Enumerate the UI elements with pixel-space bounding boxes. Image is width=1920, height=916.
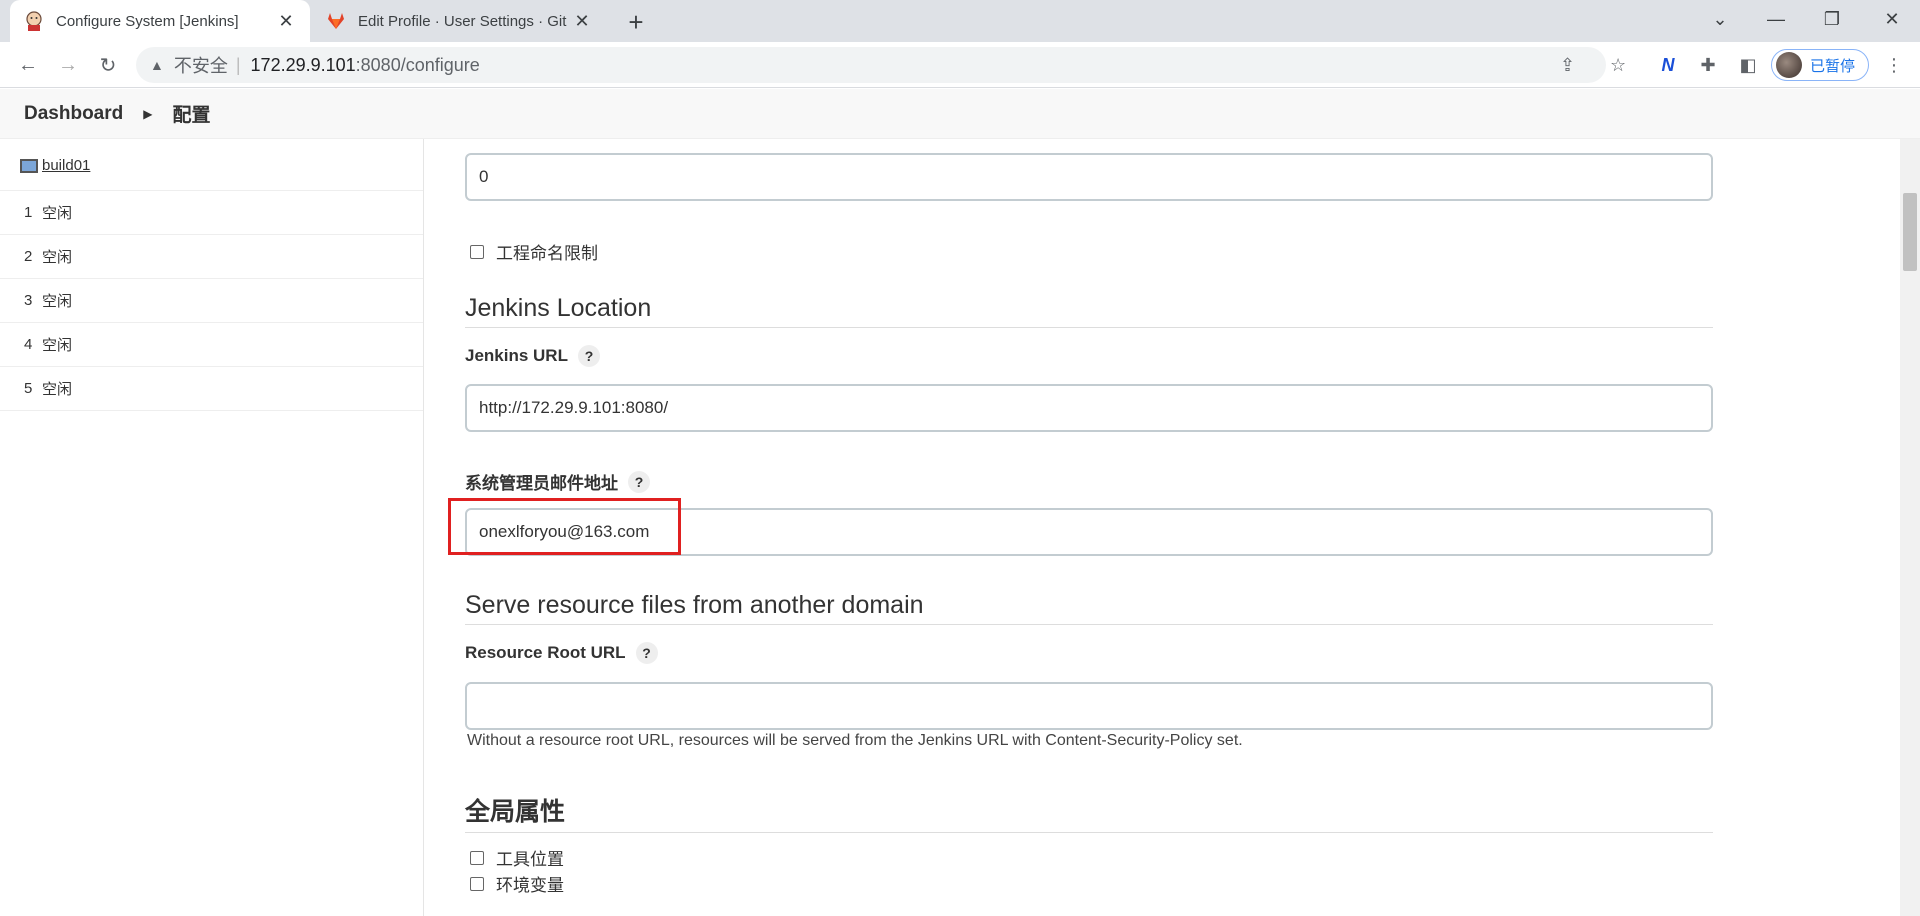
help-icon[interactable]: ? [628,470,650,493]
minimize-button[interactable]: — [1748,0,1804,38]
jenkins-url-label: Jenkins URL ? [465,345,600,367]
env-vars-label: 环境变量 [496,876,564,895]
admin-email-label: 系统管理员邮件地址 ? [465,469,650,494]
node-link[interactable]: build01 [42,157,90,174]
project-naming-option: 工程命名限制 [470,239,598,264]
forward-arrow-icon[interactable]: → [52,49,84,81]
browser-tab-strip: Configure System [Jenkins] ✕ Edit Profil… [0,0,1920,42]
tab-search-icon[interactable]: ⌄ [1692,0,1748,38]
share-icon[interactable]: ⇪ [1560,47,1575,83]
project-naming-checkbox[interactable] [470,244,484,259]
gitlab-icon [326,11,346,31]
help-icon[interactable]: ? [635,642,658,664]
resource-root-label: Resource Root URL ? [465,642,658,664]
url-path: :8080/configure [355,54,480,75]
tab-configure-system[interactable]: Configure System [Jenkins] ✕ [10,0,310,42]
avatar [1776,52,1802,78]
profile-button[interactable]: 已暂停 [1771,49,1869,81]
tool-location-option: 工具位置 [470,845,564,870]
breadcrumb: Dashboard ▶ 配置 [0,89,1920,139]
url-host: 172.29.9.101 [250,54,356,75]
breadcrumb-current[interactable]: 配置 [172,100,210,127]
highlight-annotation [448,498,681,555]
breadcrumb-dashboard[interactable]: Dashboard [24,103,123,125]
tab-edit-profile[interactable]: Edit Profile · User Settings · Git ✕ [310,0,606,42]
profile-label: 已暂停 [1810,57,1856,75]
insecure-label: 不安全 [173,56,228,76]
executor-status: 空闲 [42,249,73,266]
close-tab-icon[interactable]: ✕ [570,9,594,33]
reload-icon[interactable]: ↻ [92,49,124,81]
env-vars-option: 环境变量 [470,871,564,896]
side-panel-icon[interactable]: ◧ [1732,49,1764,81]
executor-row: 5 空闲 [0,367,423,411]
executor-row: 4 空闲 [0,323,423,367]
tool-location-checkbox[interactable] [470,850,484,865]
executor-status: 空闲 [42,337,73,354]
scrollbar-thumb[interactable] [1903,193,1917,271]
extensions-puzzle-icon[interactable]: ✚ [1692,49,1724,81]
executor-status: 空闲 [42,205,73,222]
env-vars-checkbox[interactable] [470,876,484,891]
executor-row: 3 空闲 [0,279,423,323]
back-arrow-icon[interactable]: ← [12,49,44,81]
tab-title: Configure System [Jenkins] [56,12,239,30]
global-properties-heading: 全局属性 [465,792,1713,833]
project-naming-label: 工程命名限制 [496,244,598,263]
executor-status: 空闲 [42,293,73,310]
quiet-period-input[interactable]: 0 [465,153,1713,201]
chevron-right-icon[interactable]: ▶ [143,107,152,121]
resource-root-hint: Without a resource root URL, resources w… [467,732,1243,749]
bookmark-star-icon[interactable]: ☆ [1610,47,1626,83]
separator: | [235,54,241,75]
close-window-button[interactable]: ✕ [1864,0,1920,38]
executors-panel: build01 1 空闲 2 空闲 3 空闲 4 空闲 5 空闲 [0,139,424,916]
restore-button[interactable]: ❐ [1804,0,1860,38]
resource-root-input[interactable] [465,682,1713,730]
jenkins-icon [24,11,44,31]
tab-title: Edit Profile · User Settings · Git [358,12,567,30]
computer-icon [20,158,38,173]
jenkins-url-input[interactable]: http://172.29.9.101:8080/ [465,384,1713,432]
menu-kebab-icon[interactable]: ⋮ [1878,49,1910,81]
close-tab-icon[interactable]: ✕ [274,9,298,33]
executor-status: 空闲 [42,381,73,398]
executor-row: 2 空闲 [0,235,423,279]
browser-toolbar: ← → ↻ ▲ 不安全 | 172.29.9.101 :8080/configu… [0,42,1920,88]
help-icon[interactable]: ? [577,345,600,367]
new-tab-button[interactable]: + [622,7,650,37]
warning-icon: ▲ [150,57,164,73]
tool-location-label: 工具位置 [496,850,564,869]
address-bar[interactable]: ▲ 不安全 | 172.29.9.101 :8080/configure ⇪ ☆ [136,47,1626,83]
extension-n-icon[interactable]: N [1652,49,1684,81]
jenkins-location-heading: Jenkins Location [465,294,1713,328]
executor-node: build01 [0,141,423,191]
serve-resource-heading: Serve resource files from another domain [465,591,1713,625]
executor-row: 1 空闲 [0,191,423,235]
